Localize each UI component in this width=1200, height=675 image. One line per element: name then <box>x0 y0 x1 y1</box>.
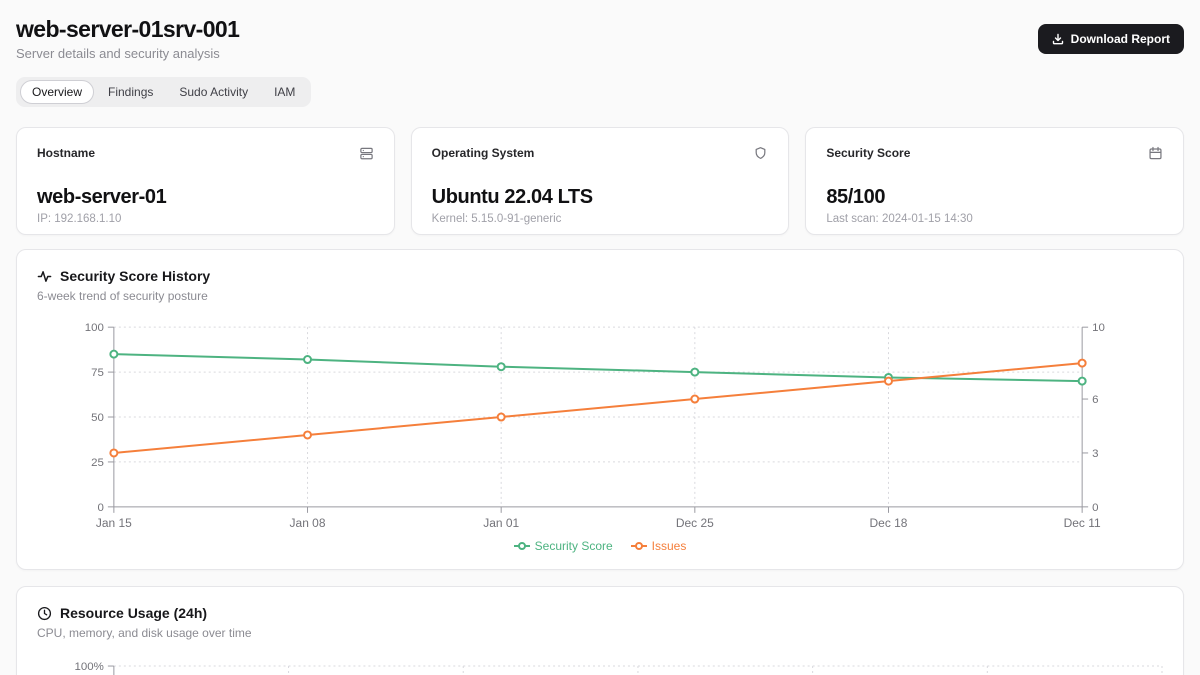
security-score-value: 85/100 <box>826 186 1163 209</box>
download-report-label: Download Report <box>1071 32 1170 46</box>
stat-cards-row: Hostname web-server-01 IP: 192.168.1.10 … <box>16 127 1184 235</box>
svg-text:0: 0 <box>1092 502 1098 514</box>
download-icon <box>1052 33 1064 45</box>
resource-chart-title: Resource Usage (24h) <box>60 605 207 621</box>
tab-sudo-activity[interactable]: Sudo Activity <box>167 80 260 104</box>
page-title: web-server-01srv-001 <box>16 16 239 42</box>
svg-text:3: 3 <box>1092 448 1098 460</box>
activity-icon <box>37 269 52 284</box>
clock-icon <box>37 606 52 621</box>
server-details-page: web-server-01srv-001 Server details and … <box>0 0 1200 675</box>
svg-text:75: 75 <box>91 368 104 380</box>
svg-text:Jan 08: Jan 08 <box>290 516 326 530</box>
svg-text:6: 6 <box>1092 394 1098 406</box>
os-value: Ubuntu 22.04 LTS <box>432 186 769 209</box>
security-score-card: Security Score 85/100 Last scan: 2024-01… <box>805 127 1184 235</box>
calendar-icon <box>1148 146 1163 166</box>
svg-text:Jan 15: Jan 15 <box>96 516 132 530</box>
resource-usage-chart: 100% <box>37 656 1163 675</box>
security-score-history-chart: 0 25 50 75 100 0 3 6 10 Jan 15 Jan 08 Jan 01 Dec 25 D… <box>37 319 1163 533</box>
svg-text:100: 100 <box>85 323 104 335</box>
resource-chart-subtitle: CPU, memory, and disk usage over time <box>37 626 1163 640</box>
security-score-card-label: Security Score <box>826 146 910 160</box>
hostname-value: web-server-01 <box>37 186 374 209</box>
page-header: web-server-01srv-001 Server details and … <box>16 16 1184 61</box>
svg-text:50: 50 <box>91 412 104 424</box>
legend-item: Security Score <box>514 539 613 553</box>
hostname-card-label: Hostname <box>37 146 95 160</box>
page-subtitle: Server details and security analysis <box>16 46 239 61</box>
security-chart-subtitle: 6-week trend of security posture <box>37 289 1163 303</box>
svg-text:Jan 01: Jan 01 <box>483 516 519 530</box>
os-card-label: Operating System <box>432 146 535 160</box>
tab-overview[interactable]: Overview <box>20 80 94 104</box>
security-chart-title: Security Score History <box>60 268 210 284</box>
legend-marker-icon <box>514 541 530 551</box>
chart-legend: Security Score Issues <box>37 537 1163 555</box>
legend-item: Issues <box>631 539 687 553</box>
security-score-history-panel: Security Score History 6-week trend of s… <box>16 249 1184 570</box>
tab-iam[interactable]: IAM <box>262 80 307 104</box>
page-header-text: web-server-01srv-001 Server details and … <box>16 16 239 61</box>
operating-system-card: Operating System Ubuntu 22.04 LTS Kernel… <box>411 127 790 235</box>
svg-text:Dec 18: Dec 18 <box>870 516 908 530</box>
server-icon <box>359 146 374 166</box>
svg-text:Dec 25: Dec 25 <box>676 516 714 530</box>
svg-text:25: 25 <box>91 457 104 469</box>
svg-text:Dec 11: Dec 11 <box>1064 516 1101 530</box>
hostname-ip: IP: 192.168.1.10 <box>37 213 374 225</box>
resource-usage-panel: Resource Usage (24h) CPU, memory, and di… <box>16 586 1184 675</box>
svg-text:100%: 100% <box>75 661 104 673</box>
hostname-card: Hostname web-server-01 IP: 192.168.1.10 <box>16 127 395 235</box>
svg-text:0: 0 <box>97 502 103 514</box>
download-report-button[interactable]: Download Report <box>1038 24 1184 54</box>
legend-marker-icon <box>631 541 647 551</box>
os-kernel: Kernel: 5.15.0-91-generic <box>432 213 769 225</box>
tab-bar: Overview Findings Sudo Activity IAM <box>16 77 311 107</box>
svg-text:10: 10 <box>1092 323 1105 335</box>
shield-icon <box>753 146 768 166</box>
security-score-lastscan: Last scan: 2024-01-15 14:30 <box>826 213 1163 225</box>
tab-findings[interactable]: Findings <box>96 80 165 104</box>
